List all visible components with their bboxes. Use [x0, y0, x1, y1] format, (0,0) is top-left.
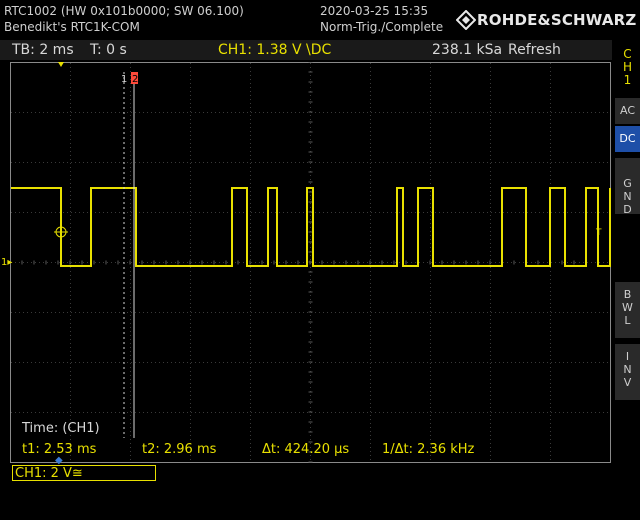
trigger-level-marker: T: [595, 228, 602, 238]
waveform-display[interactable]: 1 2 T Time: (CH1) t1: 2.53 ms t2: 2.96 m…: [10, 62, 612, 464]
datetime: 2020-03-25 15:35: [320, 4, 429, 18]
trigger-state: Norm-Trig./Complete: [320, 20, 444, 34]
measurement-inv-delta: 1/Δt: 2.36 kHz: [382, 442, 475, 457]
gnd-button[interactable]: GND: [615, 158, 640, 216]
sample-rate: 238.1 kSa: [432, 42, 503, 58]
measurement-title: Time: (CH1): [21, 421, 100, 436]
bwl-button[interactable]: BWL: [615, 282, 640, 338]
ac-coupling-button[interactable]: AC: [615, 98, 640, 124]
measurement-t2: t2: 2.96 ms: [142, 442, 217, 457]
ch1-menu-title: C H 1: [615, 48, 640, 92]
ch1-setting[interactable]: CH1: 1.38 V \DC: [218, 42, 331, 58]
brand-logo: ROHDE&SCHWARZ: [477, 11, 637, 29]
timebase[interactable]: TB: 2 ms: [12, 42, 74, 58]
rs-diamond-logo-icon: [455, 9, 477, 34]
owner-name: Benedikt's RTC1K-COM: [4, 20, 140, 34]
device-info: RTC1002 (HW 0x101b0000; SW 06.100): [4, 4, 244, 18]
cursor-1-label: 1: [121, 74, 127, 85]
measurement-delta: Δt: 424.20 µs: [262, 442, 349, 457]
title-letter: 1: [623, 73, 632, 87]
dc-coupling-button[interactable]: DC: [615, 126, 640, 152]
ch1-scale-box[interactable]: CH1: 2 V≅: [12, 465, 156, 481]
time-offset[interactable]: T: 0 s: [90, 42, 127, 58]
ch1-ground-marker[interactable]: 1▸: [1, 257, 12, 268]
ch-marker-label: 1: [1, 257, 8, 268]
cursor-2-label: 2: [132, 74, 138, 85]
acquisition-mode[interactable]: Refresh: [508, 42, 561, 58]
inv-button[interactable]: INV: [615, 344, 640, 400]
